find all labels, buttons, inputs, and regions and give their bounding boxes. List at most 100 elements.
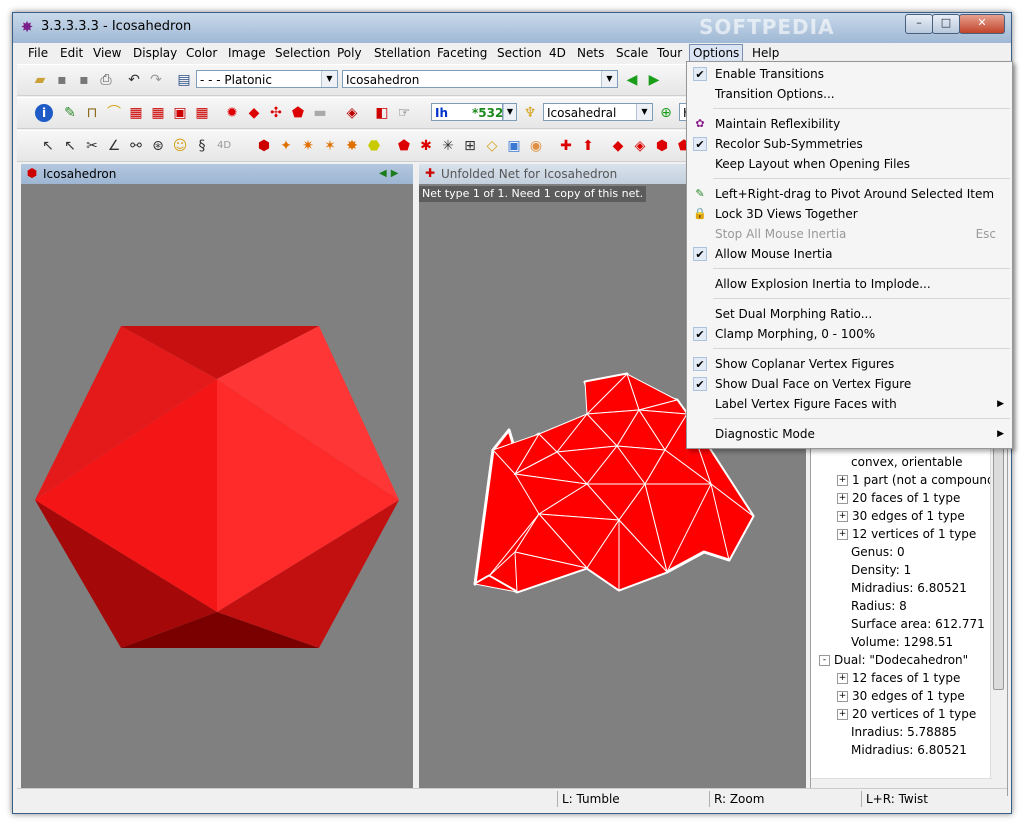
- menu-item-show-dual-face-on-vertex-figure[interactable]: ✔ Show Dual Face on Vertex Figure: [687, 374, 1010, 394]
- help-pointer-icon[interactable]: ↖: [61, 137, 79, 155]
- maximize-button[interactable]: □: [932, 14, 960, 34]
- minimize-button[interactable]: –: [905, 14, 933, 34]
- expand-icon[interactable]: +: [837, 709, 848, 720]
- shape-2-icon[interactable]: ✦: [277, 137, 295, 155]
- tree-item[interactable]: +1 part (not a compound): [837, 471, 999, 489]
- shape-4-icon[interactable]: ✶: [321, 137, 339, 155]
- symmetry-count-dropdown[interactable]: ▼: [503, 103, 517, 121]
- tree-item[interactable]: Genus: 0: [851, 543, 905, 561]
- pivot-icon[interactable]: ✎: [61, 104, 79, 122]
- shape-12-icon[interactable]: ▣: [505, 137, 523, 155]
- menu-section[interactable]: Section: [494, 45, 545, 61]
- menu-poly[interactable]: Poly: [334, 45, 365, 61]
- menu-item-allow-mouse-inertia[interactable]: ✔ Allow Mouse Inertia: [687, 244, 1010, 264]
- save-icon[interactable]: ▪: [53, 71, 71, 89]
- print-icon[interactable]: ⎙: [97, 71, 115, 89]
- shape-13-icon[interactable]: ◉: [527, 137, 545, 155]
- pair-icon[interactable]: ▣: [171, 104, 189, 122]
- polyhedron-combo[interactable]: Icosahedron ▼: [342, 70, 618, 88]
- shape-17-icon[interactable]: ◈: [631, 137, 649, 155]
- menu-color[interactable]: Color: [183, 45, 220, 61]
- tree-item[interactable]: Surface area: 612.771: [851, 615, 985, 633]
- grid-icon[interactable]: ▦: [127, 104, 145, 122]
- lock-icon[interactable]: ⊓: [83, 104, 101, 122]
- view-nav-arrows-icon[interactable]: ◀▶: [379, 167, 409, 181]
- previous-arrow-icon[interactable]: ◀: [623, 71, 641, 89]
- expand-icon[interactable]: +: [837, 493, 848, 504]
- tree-item[interactable]: +20 faces of 1 type: [837, 489, 960, 507]
- expand-icon[interactable]: +: [837, 691, 848, 702]
- icosahedron-model[interactable]: [21, 184, 413, 796]
- info-icon[interactable]: i: [35, 104, 53, 122]
- menu-nets[interactable]: Nets: [574, 45, 607, 61]
- redo-icon[interactable]: ↷: [147, 71, 165, 89]
- shape-11-icon[interactable]: ◇: [483, 137, 501, 155]
- dial-icon[interactable]: ⊛: [149, 137, 167, 155]
- menu-item-diagnostic-mode[interactable]: Diagnostic Mode ▶: [687, 424, 1010, 444]
- tree-item[interactable]: Inradius: 5.78885: [851, 723, 957, 741]
- menu-scale[interactable]: Scale: [613, 45, 651, 61]
- spiral-icon[interactable]: §: [193, 137, 211, 155]
- menu-tour[interactable]: Tour: [654, 45, 685, 61]
- link-icon[interactable]: ⚯: [127, 137, 145, 155]
- shape-10-icon[interactable]: ⊞: [461, 137, 479, 155]
- menu-help[interactable]: Help: [749, 45, 782, 61]
- tree-item[interactable]: - Dual: "Dodecahedron": [819, 651, 968, 669]
- category-combo[interactable]: - - - Platonic ▼: [196, 70, 338, 88]
- angle-icon[interactable]: ∠: [105, 137, 123, 155]
- menu-item-clamp-morphing-0-100[interactable]: ✔ Clamp Morphing, 0 - 100%: [687, 324, 1010, 344]
- menu-item-set-dual-morphing-ratio[interactable]: Set Dual Morphing Ratio...: [687, 304, 1010, 324]
- tree-item[interactable]: +30 edges of 1 type: [837, 687, 965, 705]
- expand-icon[interactable]: +: [837, 529, 848, 540]
- menu-item-transition-options[interactable]: Transition Options...: [687, 84, 1010, 104]
- cross-red-icon[interactable]: ✣: [267, 104, 285, 122]
- tree-item[interactable]: Density: 1: [851, 561, 911, 579]
- menu-item-label-vertex-figure-faces-with[interactable]: Label Vertex Figure Faces with ▶: [687, 394, 1010, 414]
- cube-dark-icon[interactable]: ◈: [343, 104, 361, 122]
- grid-alt-icon[interactable]: ▦: [149, 104, 167, 122]
- shape-18-icon[interactable]: ⬢: [653, 137, 671, 155]
- expand-icon[interactable]: +: [837, 475, 848, 486]
- smiley-icon[interactable]: ☺: [171, 137, 189, 155]
- tree-item[interactable]: +30 edges of 1 type: [837, 507, 965, 525]
- shape-15-icon[interactable]: ⬆: [579, 137, 597, 155]
- shape-1-icon[interactable]: ⬢: [255, 137, 273, 155]
- tree-item[interactable]: +12 faces of 1 type: [837, 669, 960, 687]
- menu-edit[interactable]: Edit: [57, 45, 86, 61]
- next-arrow-icon[interactable]: ▶: [645, 71, 663, 89]
- dual-cube-icon[interactable]: ◧: [373, 104, 391, 122]
- menu-selection[interactable]: Selection: [272, 45, 333, 61]
- shape-5-icon[interactable]: ✸: [343, 137, 361, 155]
- collapse-icon[interactable]: -: [819, 655, 830, 666]
- 4d-icon[interactable]: 4D: [215, 137, 233, 155]
- crosshair-icon[interactable]: ⊕: [657, 104, 675, 122]
- scissors-icon[interactable]: ✂: [83, 137, 101, 155]
- model-view-pane[interactable]: ⬢ Icosahedron ◀▶: [21, 164, 413, 796]
- pentagon-red-icon[interactable]: ⬟: [289, 104, 307, 122]
- menu-image[interactable]: Image: [225, 45, 269, 61]
- tree-item[interactable]: Radius: 8: [851, 597, 907, 615]
- tree-item[interactable]: Midradius: 6.80521: [851, 579, 967, 597]
- shape-9-icon[interactable]: ✳: [439, 137, 457, 155]
- menu-file[interactable]: File: [25, 45, 51, 61]
- menu-faceting[interactable]: Faceting: [434, 45, 490, 61]
- hand-icon[interactable]: ☞: [395, 104, 413, 122]
- close-button[interactable]: ✕: [959, 14, 1005, 34]
- shape-16-icon[interactable]: ◆: [609, 137, 627, 155]
- menu-view[interactable]: View: [90, 45, 124, 61]
- rainbow-icon[interactable]: ⌒: [105, 104, 123, 122]
- menu-item-left-right-drag-to-pivot-around-selected-item[interactable]: ✎ Left+Right-drag to Pivot Around Selecte…: [687, 184, 1010, 204]
- menu-display[interactable]: Display: [130, 45, 180, 61]
- scrollbar-thumb[interactable]: [993, 430, 1004, 690]
- menu-item-allow-explosion-inertia-to-implode[interactable]: Allow Explosion Inertia to Implode...: [687, 274, 1010, 294]
- library-icon[interactable]: ▤: [175, 71, 193, 89]
- tree-item[interactable]: +12 vertices of 1 type: [837, 525, 976, 543]
- save-as-icon[interactable]: ▪: [75, 71, 93, 89]
- shape-8-icon[interactable]: ✱: [417, 137, 435, 155]
- gear-red-icon[interactable]: ✹: [223, 104, 241, 122]
- symmetry-combo[interactable]: Icosahedral ▼: [543, 103, 653, 121]
- undo-icon[interactable]: ↶: [125, 71, 143, 89]
- balloon-icon[interactable]: ♆: [521, 104, 539, 122]
- grid-swap-icon[interactable]: ▦: [193, 104, 211, 122]
- menu-stellation[interactable]: Stellation: [371, 45, 434, 61]
